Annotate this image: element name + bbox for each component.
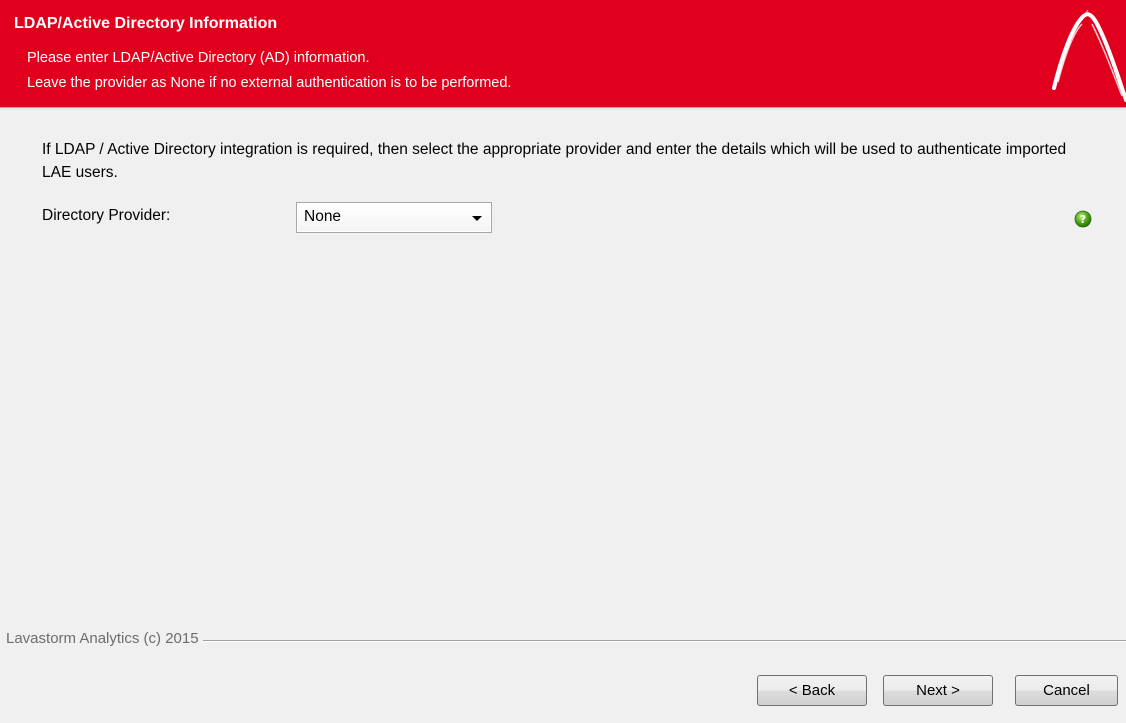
wizard-header: LDAP/Active Directory Information Please… <box>0 0 1126 107</box>
intro-text: If LDAP / Active Directory integration i… <box>42 141 1067 181</box>
directory-provider-select[interactable]: None <box>296 202 492 233</box>
header-divider <box>0 107 1126 110</box>
cancel-button[interactable]: Cancel <box>1015 675 1118 706</box>
directory-provider-label: Directory Provider: <box>42 207 171 224</box>
header-title: LDAP/Active Directory Information <box>14 15 278 32</box>
footer-brand-text: Lavastorm Analytics (c) 2015 <box>6 630 203 647</box>
chevron-down-icon <box>472 216 482 221</box>
header-subtitle-line2: Leave the provider as None if no externa… <box>27 75 512 91</box>
directory-provider-value: None <box>304 208 342 225</box>
back-button[interactable]: < Back <box>757 675 867 706</box>
header-subtitle-line1: Please enter LDAP/Active Directory (AD) … <box>27 50 370 66</box>
lavastorm-logo-icon <box>1052 9 1126 102</box>
svg-text:?: ? <box>1080 213 1086 226</box>
help-icon[interactable]: ? <box>1074 210 1092 228</box>
next-button[interactable]: Next > <box>883 675 993 706</box>
